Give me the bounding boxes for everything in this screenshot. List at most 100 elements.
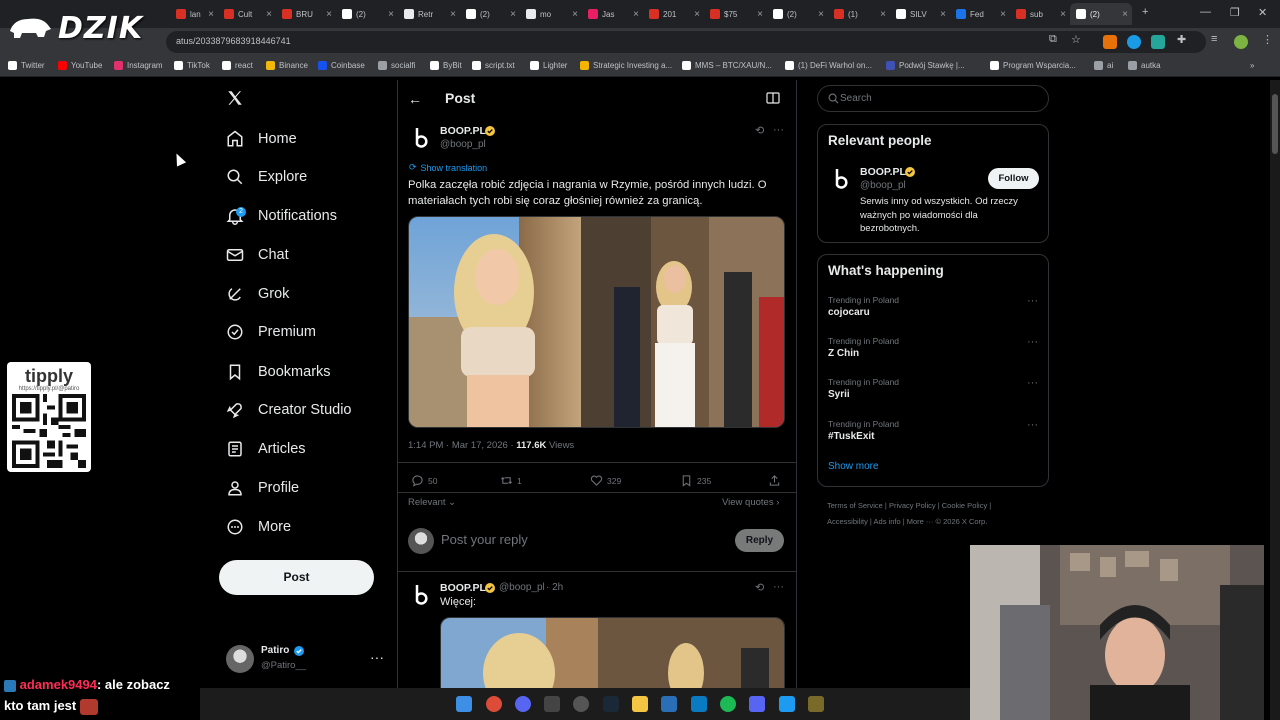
show-translation-link[interactable]: ⟳ Show translation xyxy=(409,162,487,173)
url-text[interactable]: atus/2033879683918446741 xyxy=(176,36,291,46)
close-tab-icon[interactable]: × xyxy=(1122,9,1128,20)
browser-tab[interactable]: Retr × xyxy=(398,3,460,25)
like-action[interactable]: 329 xyxy=(590,474,621,487)
browser-tab[interactable]: Fed × xyxy=(950,3,1010,25)
sidebar-item-articles[interactable]: Articles xyxy=(226,437,306,461)
sidebar-item-bookmarks[interactable]: Bookmarks xyxy=(226,360,331,384)
bookmark-item[interactable]: Instagram xyxy=(114,61,163,70)
browser-tab[interactable]: Cult × xyxy=(218,3,276,25)
bookmark-item[interactable]: Strategic Investing a... xyxy=(580,61,672,70)
more-icon[interactable]: ··· xyxy=(773,124,784,136)
close-tab-icon[interactable]: × xyxy=(388,9,394,20)
bookmark-item[interactable]: YouTube xyxy=(58,61,102,70)
reply-photo[interactable] xyxy=(441,618,785,697)
extension-icon[interactable] xyxy=(1103,35,1117,49)
view-quotes-link[interactable]: View quotes › xyxy=(722,497,779,508)
windows-start-icon[interactable] xyxy=(456,696,472,712)
sidebar-item-more[interactable]: More xyxy=(226,515,291,539)
profile-avatar[interactable] xyxy=(1234,35,1248,49)
trend-item[interactable]: Trending in Poland Syrii ··· xyxy=(828,377,1040,411)
reply-author-handle[interactable]: @boop_pl xyxy=(499,582,545,593)
author-handle[interactable]: @boop_pl xyxy=(440,139,486,150)
sidebar-item-premium[interactable]: Premium xyxy=(226,320,316,344)
post-media[interactable] xyxy=(408,216,785,428)
bookmark-item[interactable]: Twitter xyxy=(8,61,45,70)
sidebar-item-grok[interactable]: Grok xyxy=(226,282,289,306)
footer-links[interactable]: Accessibility | Ads info | More ··· © 20… xyxy=(827,517,987,526)
close-tab-icon[interactable]: × xyxy=(818,9,824,20)
obs-icon[interactable] xyxy=(573,696,589,712)
sidebar-item-home[interactable]: Home xyxy=(226,127,297,151)
close-tab-icon[interactable]: × xyxy=(510,9,516,20)
cast-icon[interactable]: ⧉ xyxy=(1049,33,1057,46)
bookmark-item[interactable]: Lighter xyxy=(530,61,567,70)
footer-links[interactable]: Terms of Service | Privacy Policy | Cook… xyxy=(827,501,991,510)
menu-icon[interactable]: ⋮ xyxy=(1262,33,1273,46)
bookmark-item[interactable]: ByBit xyxy=(430,61,462,70)
reply-sort-dropdown[interactable]: Relevant ⌄ xyxy=(408,497,456,508)
close-tab-icon[interactable]: × xyxy=(450,9,456,20)
close-tab-icon[interactable]: × xyxy=(1000,9,1006,20)
browser-tab[interactable]: mo × xyxy=(520,3,582,25)
more-icon[interactable]: ··· xyxy=(370,649,384,665)
sidebar-item-profile[interactable]: Profile xyxy=(226,476,299,500)
browser-tab[interactable]: sub × xyxy=(1010,3,1070,25)
reply-input[interactable]: Post your reply xyxy=(441,532,528,547)
chrome-icon[interactable] xyxy=(486,696,502,712)
bookmark-item[interactable]: autka xyxy=(1128,61,1161,70)
app-icon[interactable] xyxy=(661,696,677,712)
bookmark-item[interactable]: Coinbase xyxy=(318,61,365,70)
trend-item[interactable]: Trending in Poland #TuskExit ··· xyxy=(828,419,1040,453)
sidebar-item-notifications[interactable]: 2 Notifications xyxy=(226,204,337,228)
post-time[interactable]: 1:14 PM · Mar 17, 2026 · xyxy=(408,440,516,451)
sidebar-item-creator-studio[interactable]: Creator Studio xyxy=(226,398,352,422)
bookmark-item[interactable]: socialfi xyxy=(378,61,415,70)
browser-tab[interactable]: 201 × xyxy=(643,3,704,25)
follow-button[interactable]: Follow xyxy=(988,168,1039,189)
steam-icon[interactable] xyxy=(603,696,619,712)
show-more-link[interactable]: Show more xyxy=(828,461,879,472)
more-icon[interactable]: ··· xyxy=(1027,377,1038,389)
bookmark-item[interactable]: react xyxy=(222,61,253,70)
reply-author-avatar[interactable] xyxy=(408,581,434,607)
bookmark-item[interactable]: ai xyxy=(1094,61,1113,70)
spotify-icon[interactable] xyxy=(720,696,736,712)
close-tab-icon[interactable]: × xyxy=(880,9,886,20)
bookmark-item[interactable]: Program Wsparcia... xyxy=(990,61,1076,70)
reply-time[interactable]: · 2h xyxy=(546,582,563,593)
reply-button[interactable]: Reply xyxy=(735,529,784,552)
star-icon[interactable]: ☆ xyxy=(1071,33,1081,46)
sidebar-item-explore[interactable]: Explore xyxy=(226,165,307,189)
close-tab-icon[interactable]: × xyxy=(694,9,700,20)
grok-icon[interactable]: ⟲ xyxy=(755,124,764,137)
reply-action[interactable]: 50 xyxy=(411,474,437,487)
person-name[interactable]: BOOP.PL xyxy=(860,166,906,178)
browser-tab[interactable]: (2) × xyxy=(336,3,398,25)
more-icon[interactable]: ··· xyxy=(1027,419,1038,431)
back-arrow-icon[interactable]: ← xyxy=(408,91,422,107)
app-icon[interactable] xyxy=(691,696,707,712)
browser-tab[interactable]: lan × xyxy=(170,3,218,25)
post-photo[interactable] xyxy=(409,217,785,428)
grok-icon[interactable]: ⟲ xyxy=(755,581,764,594)
share-action[interactable] xyxy=(768,474,781,487)
browser-tab[interactable]: (1) × xyxy=(828,3,890,25)
bookmark-item[interactable]: script.txt xyxy=(472,61,515,70)
reader-mode-icon[interactable] xyxy=(766,92,780,104)
app-icon[interactable] xyxy=(808,696,824,712)
more-icon[interactable]: ··· xyxy=(773,581,784,593)
folder-icon[interactable] xyxy=(632,696,648,712)
page-scrollbar[interactable] xyxy=(1270,80,1280,720)
x-app-icon[interactable] xyxy=(779,696,795,712)
extension-icon[interactable] xyxy=(1127,35,1141,49)
trend-item[interactable]: Trending in Poland cojocaru ··· xyxy=(828,295,1040,329)
more-icon[interactable]: ··· xyxy=(1027,336,1038,348)
reply-media[interactable] xyxy=(440,617,785,697)
browser-tab[interactable]: Jas × xyxy=(582,3,643,25)
media-icon[interactable]: ≡ xyxy=(1211,33,1217,45)
person-handle[interactable]: @boop_pl xyxy=(860,180,906,191)
puzzle-icon[interactable]: ✚ xyxy=(1177,33,1186,46)
bookmark-item[interactable]: TikTok xyxy=(174,61,210,70)
account-switcher[interactable]: Patiro @Patiro__ ··· xyxy=(226,645,386,673)
browser-tab[interactable]: (2) × xyxy=(1070,3,1132,25)
